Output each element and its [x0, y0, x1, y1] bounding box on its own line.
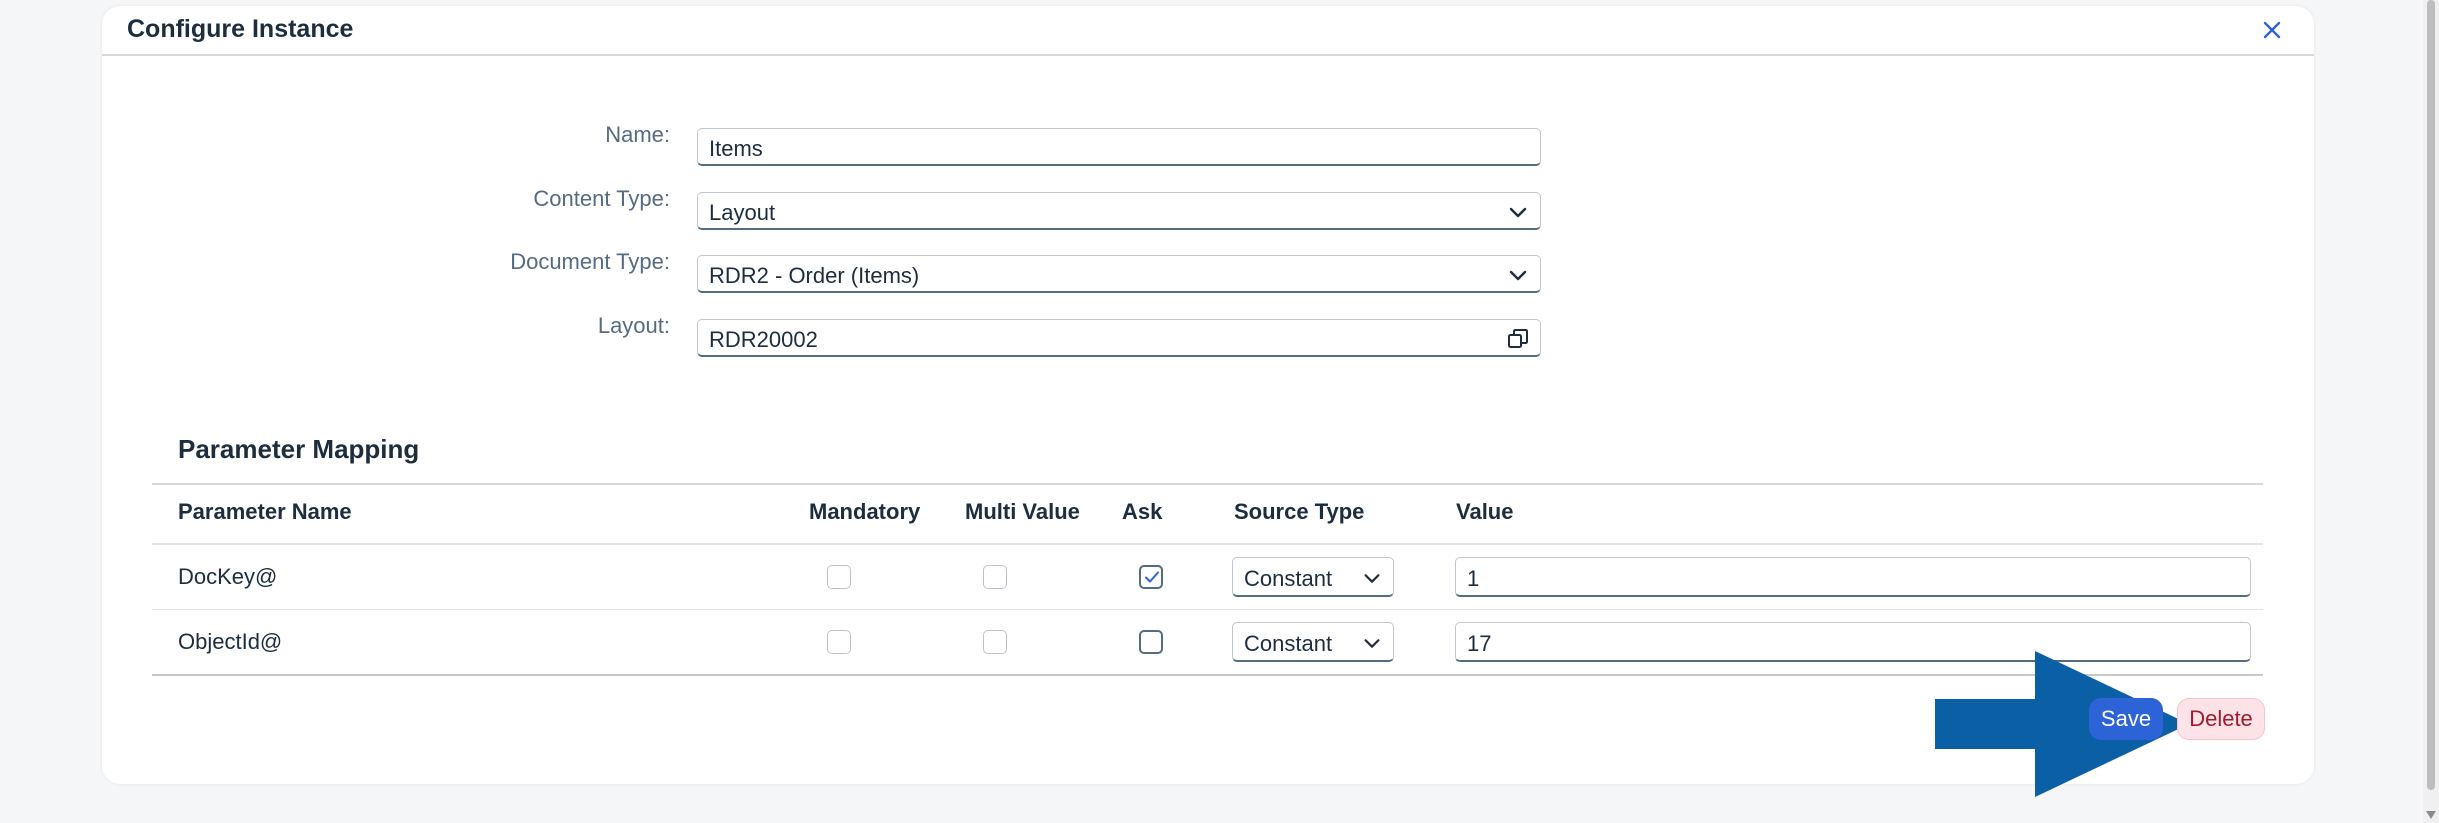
chevron-down-icon	[1364, 574, 1380, 583]
chevron-down-icon	[1509, 270, 1527, 281]
content-type-select[interactable]: Layout	[697, 192, 1541, 230]
chevron-down-icon	[1364, 639, 1380, 648]
layout-value: RDR20002	[709, 327, 818, 352]
scroll-down-arrow-icon[interactable]	[2426, 811, 2436, 819]
value-help-icon[interactable]	[1506, 327, 1530, 351]
vertical-scrollbar[interactable]	[2423, 0, 2439, 823]
close-icon	[2263, 21, 2281, 39]
parameter-mapping-table: Parameter Name Mandatory Multi Value Ask…	[152, 483, 2263, 676]
parameter-name: ObjectId@	[178, 629, 283, 654]
layout-field[interactable]: RDR20002	[697, 319, 1541, 357]
parameter-mapping-title: Parameter Mapping	[178, 434, 420, 464]
ask-checkbox[interactable]	[1139, 565, 1163, 589]
content-type-label: Content Type:	[533, 186, 670, 211]
configure-instance-dialog: Configure Instance Name: Items Content T…	[102, 6, 2314, 797]
column-header-multi-value: Multi Value	[965, 499, 1080, 524]
column-header-source-type: Source Type	[1234, 499, 1365, 524]
checkmark-icon	[1145, 571, 1159, 583]
column-header-value: Value	[1456, 499, 1514, 524]
source-type-select[interactable]: Constant	[1232, 622, 1394, 662]
layout-label: Layout:	[597, 313, 670, 338]
source-type-value: Constant	[1244, 631, 1333, 656]
name-field[interactable]: Items	[697, 128, 1541, 166]
parameter-name: DocKey@	[178, 564, 278, 589]
document-type-value: RDR2 - Order (Items)	[709, 263, 920, 288]
delete-button[interactable]: Delete	[2177, 698, 2265, 740]
multi-value-checkbox[interactable]	[983, 565, 1007, 589]
ask-checkbox[interactable]	[1139, 630, 1163, 654]
column-header-mandatory: Mandatory	[809, 499, 921, 524]
chevron-down-icon	[1509, 207, 1527, 218]
save-button[interactable]: Save	[2089, 698, 2163, 740]
document-type-select[interactable]: RDR2 - Order (Items)	[697, 255, 1541, 293]
source-type-select[interactable]: Constant	[1232, 557, 1394, 597]
dialog-header: Configure Instance	[102, 6, 2314, 56]
value-input-text: 17	[1467, 631, 1492, 656]
name-label: Name:	[605, 122, 670, 147]
mandatory-checkbox[interactable]	[827, 630, 851, 654]
value-input-text: 1	[1467, 566, 1480, 591]
document-type-label: Document Type:	[510, 249, 670, 274]
table-row: DocKey@ Constant 1	[152, 545, 2263, 610]
name-field-value: Items	[709, 136, 763, 161]
multi-value-checkbox[interactable]	[983, 630, 1007, 654]
column-header-ask: Ask	[1122, 499, 1163, 524]
scrollbar-thumb[interactable]	[2427, 0, 2435, 790]
content-type-value: Layout	[709, 200, 776, 225]
mandatory-checkbox[interactable]	[827, 565, 851, 589]
column-header-parameter-name: Parameter Name	[178, 499, 352, 524]
source-type-value: Constant	[1244, 566, 1333, 591]
value-input[interactable]: 1	[1455, 557, 2251, 597]
table-header: Parameter Name Mandatory Multi Value Ask…	[152, 483, 2263, 545]
dialog-title: Configure Instance	[127, 15, 354, 43]
close-button[interactable]	[2254, 12, 2290, 48]
